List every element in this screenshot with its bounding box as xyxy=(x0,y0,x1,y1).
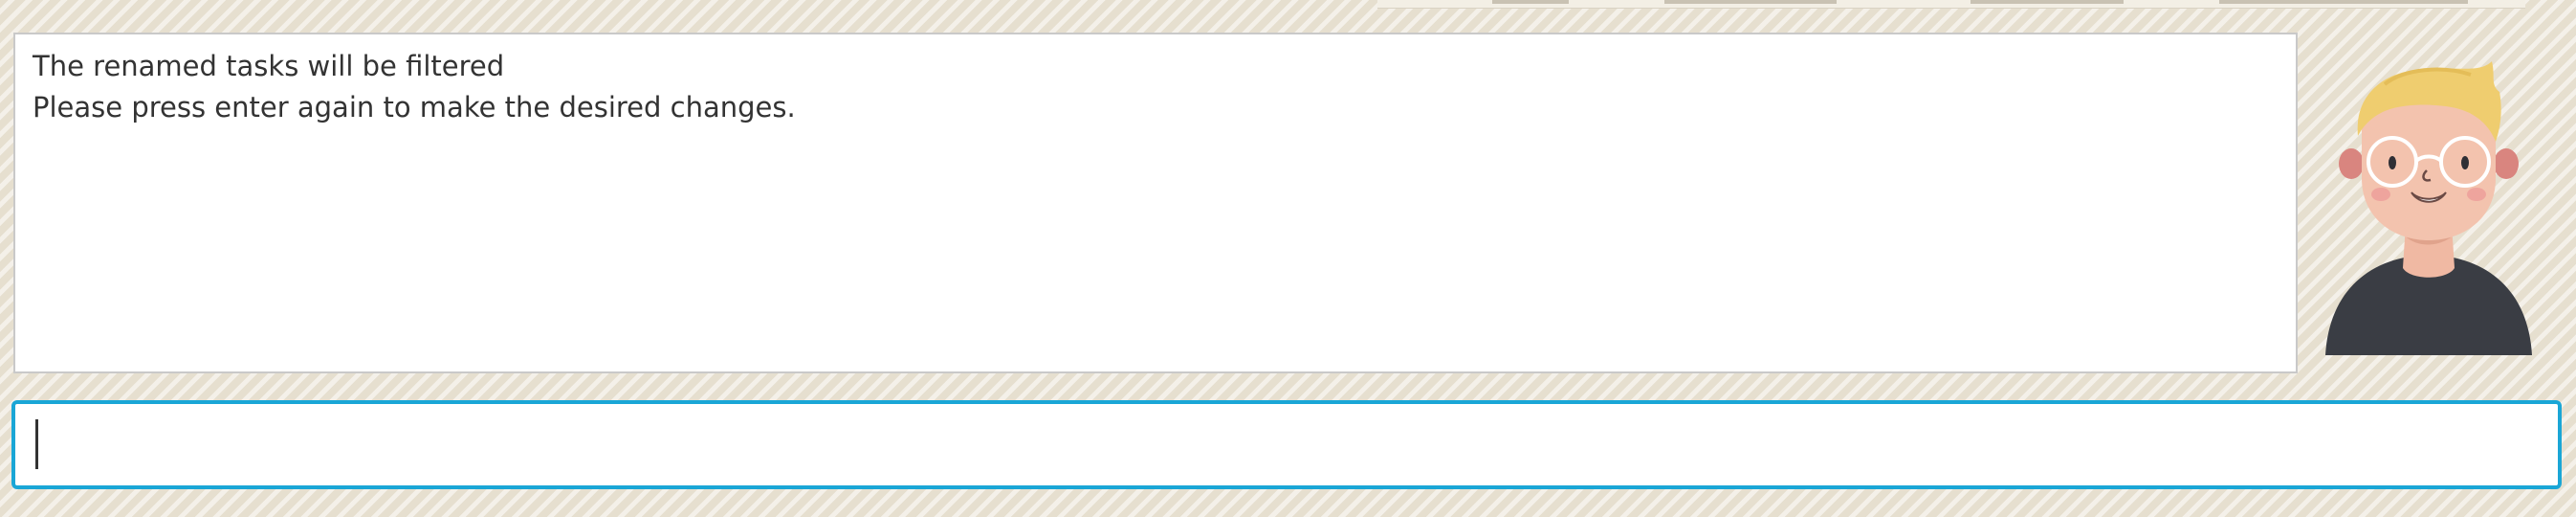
window-top-strip xyxy=(1377,0,2525,9)
response-line-2: Please press enter again to make the des… xyxy=(33,91,796,124)
response-display: The renamed tasks will be filtered Pleas… xyxy=(13,33,2298,373)
text-cursor xyxy=(35,419,38,469)
command-input-box[interactable] xyxy=(11,400,2562,489)
response-line-1: The renamed tasks will be filtered xyxy=(33,50,505,82)
user-avatar-icon xyxy=(2318,56,2540,355)
command-input[interactable] xyxy=(25,408,2544,483)
